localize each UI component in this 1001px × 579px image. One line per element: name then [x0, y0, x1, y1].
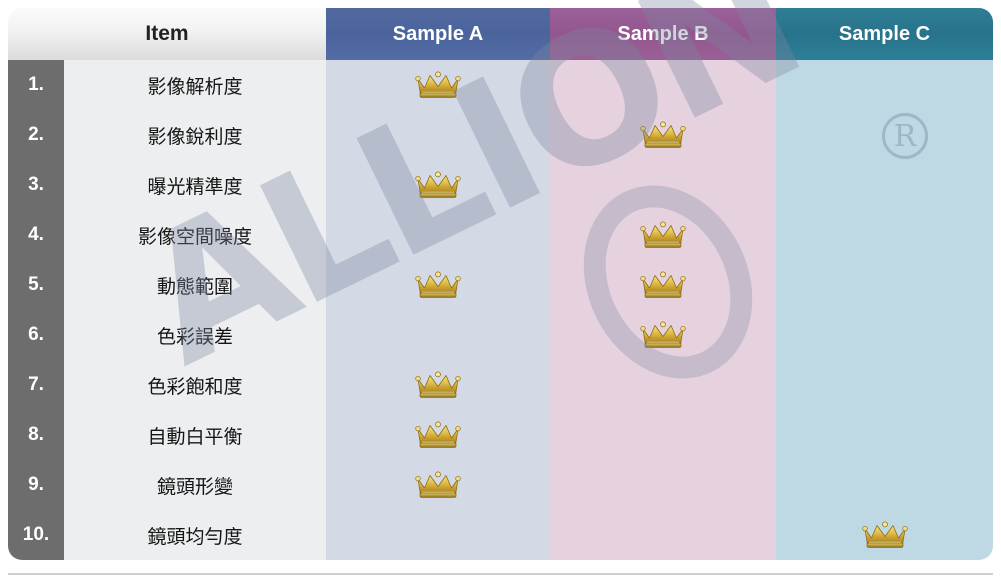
comparison-table-wrapper: Item Sample A Sample B Sample C 1. 影像解析度 2…: [8, 8, 993, 571]
cell-sample-a: [326, 160, 550, 210]
table-row: 6. 色彩誤差: [8, 310, 993, 360]
row-item-label: 鏡頭均勻度: [64, 510, 326, 560]
table-bottom-rule: [8, 573, 993, 575]
cell-sample-c: [776, 460, 993, 510]
table-row: 1. 影像解析度: [8, 60, 993, 110]
crown-icon: [415, 71, 461, 98]
cell-sample-b: [550, 60, 776, 110]
crown-icon: [861, 521, 908, 548]
row-item-label: 色彩誤差: [64, 310, 326, 360]
cell-sample-b: [550, 110, 776, 160]
crown-icon: [640, 221, 686, 248]
row-item-label: 鏡頭形變: [64, 460, 326, 510]
cell-sample-a: [326, 460, 550, 510]
cell-sample-a: [326, 510, 550, 560]
table-row: 3. 曝光精準度: [8, 160, 993, 210]
row-number-cell: 1.: [8, 60, 64, 110]
crown-icon: [415, 421, 461, 448]
crown-icon: [640, 271, 686, 298]
table-header-row: Item Sample A Sample B Sample C: [8, 8, 993, 60]
cell-sample-b: [550, 410, 776, 460]
row-item-label: 影像空間噪度: [64, 210, 326, 260]
column-header-sample-c: Sample C: [776, 8, 993, 60]
column-header-item: Item: [8, 8, 326, 60]
cell-sample-c: [776, 260, 993, 310]
row-number-cell: 9.: [8, 460, 64, 510]
cell-sample-c: [776, 410, 993, 460]
comparison-table-page: ALLION R Item Sample A Sample B Sample C…: [0, 0, 1001, 579]
row-item-label: 色彩飽和度: [64, 360, 326, 410]
cell-sample-b: [550, 510, 776, 560]
cell-sample-c: [776, 210, 993, 260]
row-number-cell: 6.: [8, 310, 64, 360]
row-number-cell: 10.: [8, 510, 64, 560]
row-item-label: 影像銳利度: [64, 110, 326, 160]
cell-sample-a: [326, 310, 550, 360]
cell-sample-b: [550, 260, 776, 310]
table-body: 1. 影像解析度 2. 影像銳利度 3. 曝光精準度 4. 影像空間噪度 5. 動態範圍 6. 色彩誤…: [8, 60, 993, 560]
cell-sample-a: [326, 210, 550, 260]
crown-icon: [415, 271, 461, 298]
comparison-table: Item Sample A Sample B Sample C 1. 影像解析度 2…: [8, 8, 993, 560]
row-number-cell: 7.: [8, 360, 64, 410]
crown-icon: [415, 371, 461, 398]
table-row: 9. 鏡頭形變: [8, 460, 993, 510]
row-item-label: 動態範圍: [64, 260, 326, 310]
crown-icon: [640, 121, 686, 148]
table-row: 4. 影像空間噪度: [8, 210, 993, 260]
table-row: 5. 動態範圍: [8, 260, 993, 310]
row-number-cell: 3.: [8, 160, 64, 210]
cell-sample-c: [776, 510, 993, 560]
cell-sample-c: [776, 110, 993, 160]
cell-sample-a: [326, 410, 550, 460]
cell-sample-a: [326, 110, 550, 160]
table-row: 7. 色彩飽和度: [8, 360, 993, 410]
row-item-label: 自動白平衡: [64, 410, 326, 460]
cell-sample-b: [550, 360, 776, 410]
column-header-sample-a: Sample A: [326, 8, 550, 60]
cell-sample-c: [776, 160, 993, 210]
cell-sample-b: [550, 160, 776, 210]
cell-sample-b: [550, 310, 776, 360]
crown-icon: [640, 321, 686, 348]
row-item-label: 影像解析度: [64, 60, 326, 110]
row-number-cell: 8.: [8, 410, 64, 460]
column-header-sample-b: Sample B: [550, 8, 776, 60]
row-number-cell: 5.: [8, 260, 64, 310]
cell-sample-a: [326, 260, 550, 310]
table-row: 10. 鏡頭均勻度: [8, 510, 993, 560]
cell-sample-a: [326, 60, 550, 110]
table-row: 8. 自動白平衡: [8, 410, 993, 460]
cell-sample-a: [326, 360, 550, 410]
cell-sample-c: [776, 310, 993, 360]
crown-icon: [415, 171, 461, 198]
row-item-label: 曝光精準度: [64, 160, 326, 210]
row-number-cell: 2.: [8, 110, 64, 160]
crown-icon: [415, 471, 461, 498]
cell-sample-b: [550, 460, 776, 510]
row-number-cell: 4.: [8, 210, 64, 260]
cell-sample-c: [776, 60, 993, 110]
cell-sample-c: [776, 360, 993, 410]
table-row: 2. 影像銳利度: [8, 110, 993, 160]
cell-sample-b: [550, 210, 776, 260]
